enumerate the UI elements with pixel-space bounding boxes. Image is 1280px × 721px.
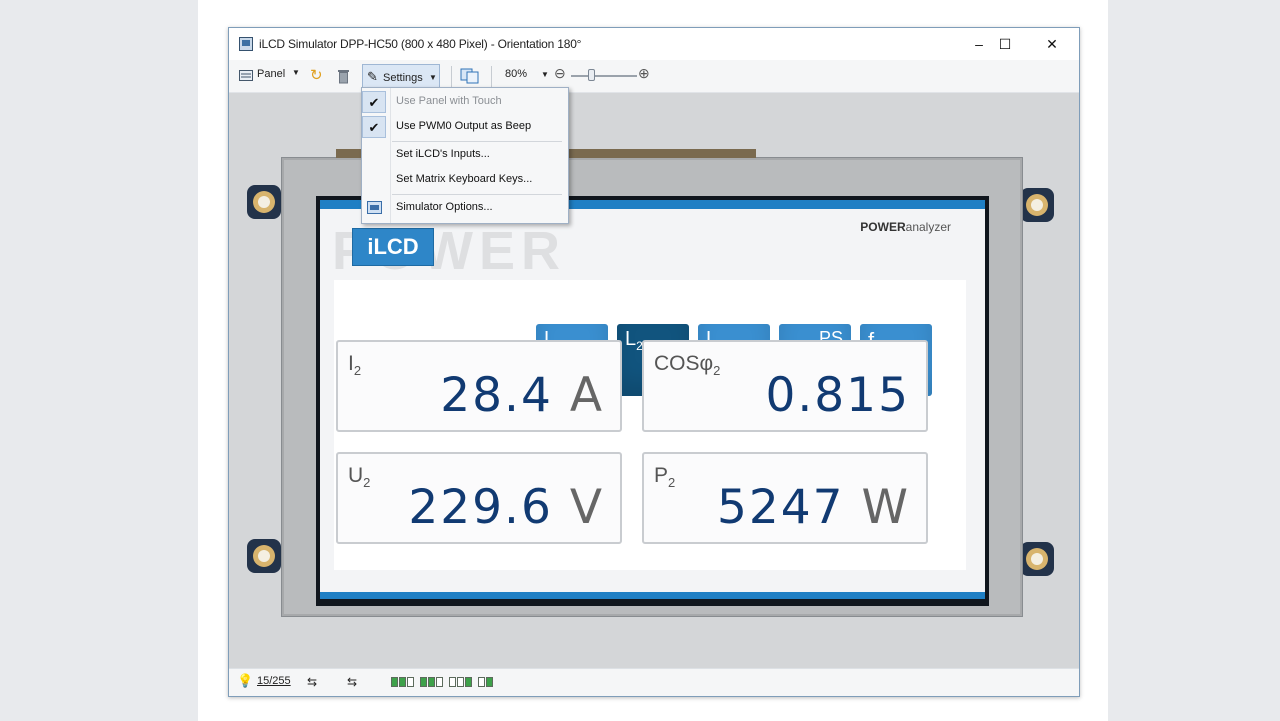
- current-card: I2 28.4 A: [336, 340, 622, 432]
- voltage-card: U2 229.6 V: [336, 452, 622, 544]
- active-power-card: P2 5247 W: [642, 452, 928, 544]
- reading-label: P2: [654, 464, 676, 491]
- close-button[interactable]: ✕: [1029, 28, 1075, 60]
- ilcd-logo: iLCD: [352, 228, 434, 266]
- mount-hole: [247, 539, 281, 573]
- io-led: [399, 677, 406, 687]
- power-factor-card: COSφ2 0.815: [642, 340, 928, 432]
- toolbar-divider: [491, 66, 492, 88]
- settings-button[interactable]: ✎ Settings ▼: [362, 64, 440, 88]
- menu-item-label: Use Panel with Touch: [396, 95, 502, 107]
- options-icon: [367, 201, 382, 214]
- toolbar: Panel ▼ ↻ ✎ Settings ▼ 80% ▼ ⊖ ⊕: [229, 60, 1079, 93]
- lightbulb-icon: 💡: [237, 673, 254, 688]
- menu-item-matrix-keys[interactable]: Set Matrix Keyboard Keys...: [362, 168, 568, 192]
- check-icon: ✔: [362, 116, 386, 138]
- menu-item-label: Simulator Options...: [396, 201, 493, 213]
- io-led: [420, 677, 427, 687]
- readings-panel: L1L2L3PSQf I2 28.4 A COSφ2 0.815 U2 229.…: [334, 280, 966, 570]
- copy-screen-icon[interactable]: [460, 68, 480, 84]
- io-led: [457, 677, 464, 687]
- reading-value: 0.815: [765, 368, 910, 423]
- panel-preview: POWER POWERanalyzer iLCD L1L2L3PSQf I2 2…: [229, 93, 1079, 668]
- menu-item-pwm-beep[interactable]: ✔ Use PWM0 Output as Beep: [362, 115, 568, 139]
- plug-icon: ⇆: [347, 675, 358, 689]
- refresh-icon[interactable]: ↻: [310, 66, 323, 84]
- mount-hole: [1020, 188, 1054, 222]
- io-led: [478, 677, 485, 687]
- chevron-down-icon: ▼: [429, 73, 437, 82]
- lcd-screen[interactable]: POWER POWERanalyzer iLCD L1L2L3PSQf I2 2…: [316, 196, 989, 606]
- lcd-content: POWER POWERanalyzer iLCD L1L2L3PSQf I2 2…: [320, 200, 985, 599]
- menu-item-set-inputs[interactable]: Set iLCD's Inputs...: [362, 143, 568, 167]
- zoom-slider[interactable]: [571, 69, 637, 81]
- app-icon: [239, 37, 253, 51]
- panel-label: Panel: [257, 68, 286, 80]
- zoom-slider-thumb[interactable]: [587, 69, 595, 81]
- reading-value: 229.6 V: [408, 480, 604, 535]
- menu-item-label: Use PWM0 Output as Beep: [396, 120, 532, 132]
- io-led: [407, 677, 414, 687]
- io-led: [486, 677, 493, 687]
- mount-hole: [247, 185, 281, 219]
- title-bar: iLCD Simulator DPP-HC50 (800 x 480 Pixel…: [229, 28, 1079, 60]
- menu-separator: [392, 141, 562, 142]
- tab-label: L2: [625, 328, 643, 353]
- brush-icon: ✎: [367, 69, 378, 84]
- io-led: [391, 677, 398, 687]
- mount-hole: [1020, 542, 1054, 576]
- menu-separator: [392, 194, 562, 195]
- chevron-down-icon[interactable]: ▼: [541, 70, 549, 79]
- io-led: [465, 677, 472, 687]
- brightness-value[interactable]: 15/255: [257, 675, 291, 687]
- status-bar: 💡 15/255 ⇆ ⇆: [229, 668, 1079, 696]
- reading-value: 28.4 A: [440, 368, 604, 423]
- settings-label: Settings: [383, 72, 423, 84]
- io-led: [428, 677, 435, 687]
- check-icon: ✔: [362, 91, 386, 113]
- panel-icon: [239, 70, 253, 81]
- chevron-down-icon: ▼: [292, 68, 300, 77]
- io-led: [436, 677, 443, 687]
- maximize-button[interactable]: ☐: [982, 28, 1028, 60]
- menu-item-simulator-options[interactable]: Simulator Options...: [362, 196, 568, 220]
- menu-item-label: Set iLCD's Inputs...: [396, 148, 490, 160]
- toolbar-divider: [451, 66, 452, 88]
- io-led: [449, 677, 456, 687]
- display-bezel: POWER POWERanalyzer iLCD L1L2L3PSQf I2 2…: [281, 149, 1023, 617]
- trash-icon[interactable]: [337, 68, 350, 84]
- window-title: iLCD Simulator DPP-HC50 (800 x 480 Pixel…: [259, 37, 582, 51]
- reading-label: U2: [348, 464, 371, 491]
- lcd-bottom-bar: [320, 592, 985, 599]
- reading-label: I2: [348, 352, 362, 379]
- reading-label: COSφ2: [654, 352, 721, 379]
- simulator-window: iLCD Simulator DPP-HC50 (800 x 480 Pixel…: [228, 27, 1080, 697]
- settings-menu: ✔ Use Panel with Touch ✔ Use PWM0 Output…: [361, 87, 569, 224]
- zoom-out-icon[interactable]: ⊖: [554, 65, 566, 82]
- menu-item-label: Set Matrix Keyboard Keys...: [396, 173, 533, 185]
- reading-value: 5247 W: [716, 480, 910, 535]
- plug-icon: ⇆: [307, 675, 318, 689]
- zoom-select[interactable]: 80%: [505, 68, 527, 80]
- zoom-in-icon[interactable]: ⊕: [638, 65, 650, 82]
- brand-title: POWERanalyzer: [860, 220, 951, 234]
- menu-item-use-panel-touch[interactable]: ✔ Use Panel with Touch: [362, 90, 568, 114]
- panel-button[interactable]: Panel ▼: [237, 64, 303, 88]
